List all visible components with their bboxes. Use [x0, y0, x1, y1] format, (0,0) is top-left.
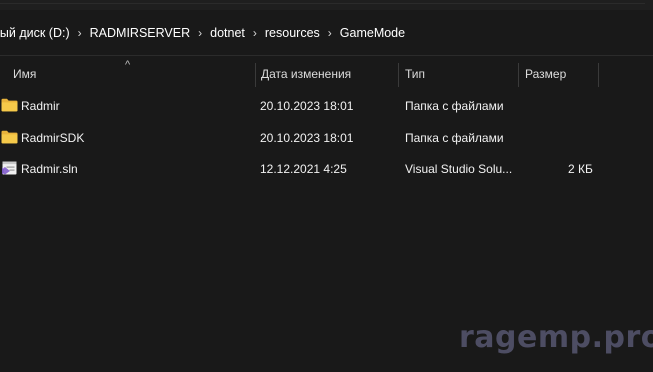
file-row-radmirsdk[interactable]: RadmirSDK 20.10.2023 18:01 Папка с файла…: [0, 122, 653, 153]
breadcrumb-radmirserver[interactable]: RADMIRSERVER: [90, 26, 190, 40]
watermark-text: ragemp.pro: [459, 320, 653, 355]
folder-icon: [1, 130, 18, 144]
breadcrumb-dotnet[interactable]: dotnet: [210, 26, 245, 40]
column-divider[interactable]: [598, 63, 599, 87]
file-type: Папка с файлами: [405, 99, 504, 113]
file-row-radmir[interactable]: Radmir 20.10.2023 18:01 Папка с файлами: [0, 90, 653, 121]
column-header-date[interactable]: Дата изменения: [261, 67, 351, 81]
file-date: 12.12.2021 4:25: [260, 162, 347, 176]
column-header-name[interactable]: Имя: [13, 67, 36, 81]
file-date: 20.10.2023 18:01: [260, 131, 354, 145]
file-type: Visual Studio Solu...: [405, 162, 513, 176]
folder-icon: [1, 98, 18, 112]
file-name: Radmir.sln: [21, 162, 78, 176]
file-name: RadmirSDK: [21, 131, 85, 145]
top-strip: [0, 0, 645, 4]
column-header-size[interactable]: Размер: [525, 67, 566, 81]
breadcrumb-drive[interactable]: ный диск (D:): [0, 26, 70, 40]
column-header-type[interactable]: Тип: [405, 67, 425, 81]
chevron-right-icon[interactable]: ›: [70, 26, 90, 40]
breadcrumb-gamemode[interactable]: GameMode: [340, 26, 405, 40]
chevron-right-icon[interactable]: ›: [190, 26, 210, 40]
visual-studio-solution-icon: [2, 161, 17, 175]
file-date: 20.10.2023 18:01: [260, 99, 354, 113]
window-top-edge: [0, 0, 653, 10]
column-divider[interactable]: [255, 63, 256, 87]
breadcrumb[interactable]: ный диск (D:) › RADMIRSERVER › dotnet › …: [0, 10, 653, 56]
breadcrumb-resources[interactable]: resources: [265, 26, 320, 40]
column-divider[interactable]: [398, 63, 399, 87]
file-row-radmir-sln[interactable]: Radmir.sln 12.12.2021 4:25 Visual Studio…: [0, 153, 653, 184]
column-header-row: ^ Имя Дата изменения Тип Размер: [0, 57, 653, 93]
file-size: 2 КБ: [568, 162, 593, 176]
chevron-right-icon[interactable]: ›: [245, 26, 265, 40]
chevron-right-icon[interactable]: ›: [320, 26, 340, 40]
sort-ascending-icon: ^: [125, 59, 131, 71]
file-type: Папка с файлами: [405, 131, 504, 145]
column-divider[interactable]: [518, 63, 519, 87]
file-name: Radmir: [21, 99, 60, 113]
